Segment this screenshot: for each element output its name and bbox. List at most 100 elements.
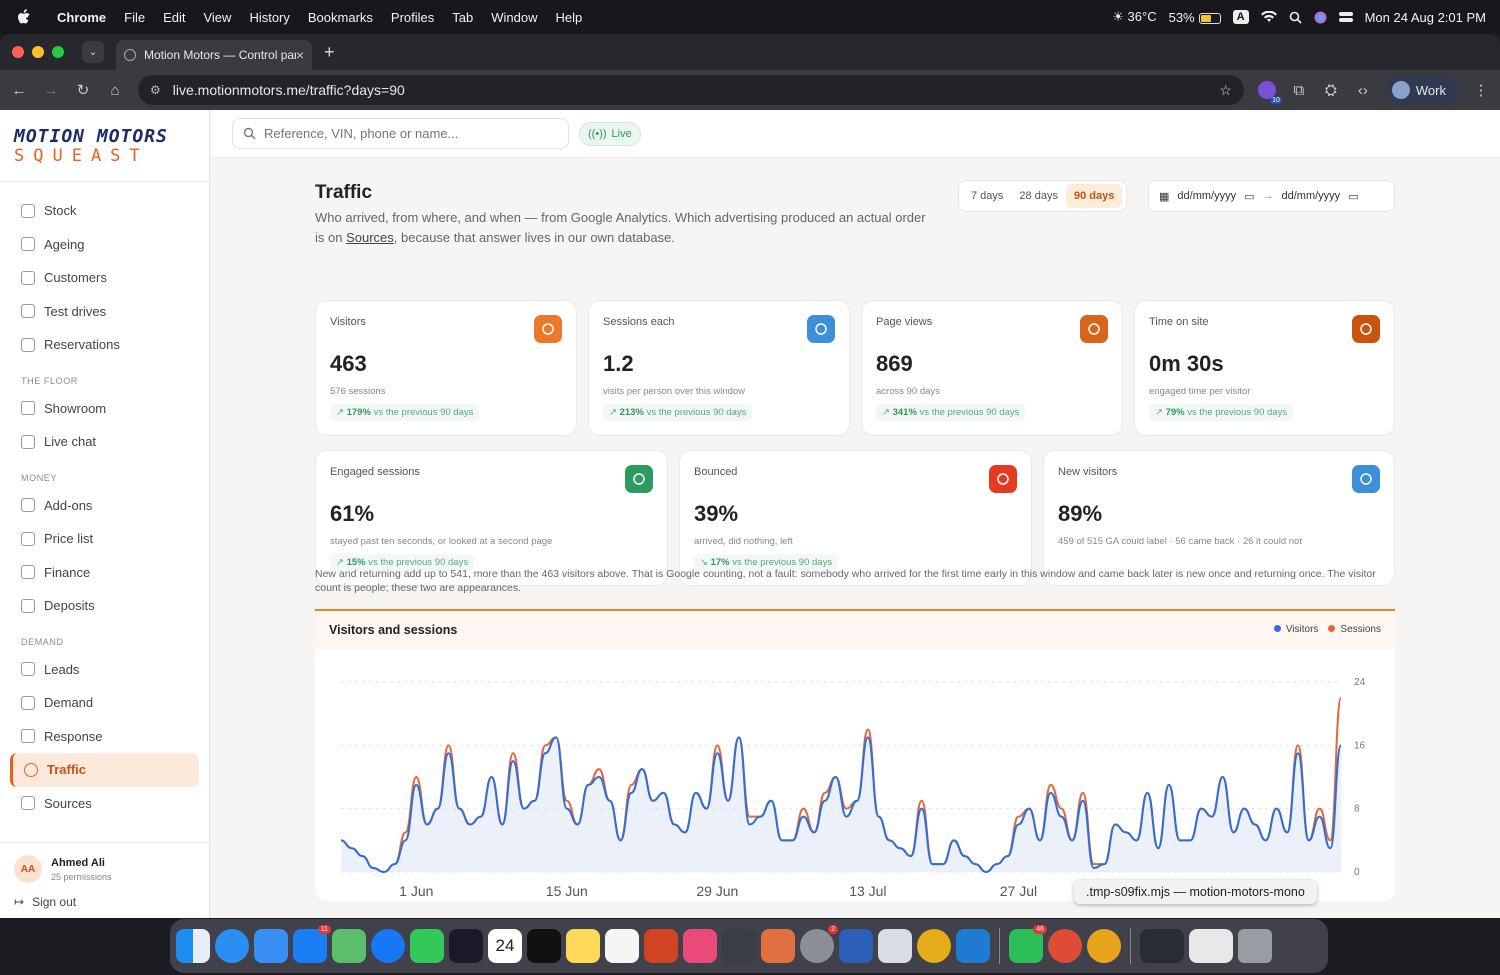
sidebar-item-stock[interactable]: Stock: [10, 194, 199, 228]
finder-icon[interactable]: [176, 929, 210, 963]
notes-icon[interactable]: [566, 929, 600, 963]
input-source[interactable]: A: [1232, 10, 1249, 24]
tab-active[interactable]: Motion Motors — Control pan ×: [116, 40, 312, 70]
menu-history[interactable]: History: [240, 10, 298, 25]
word-icon[interactable]: [839, 929, 873, 963]
minimize-window-button[interactable]: [32, 46, 44, 58]
sidebar-item-traffic[interactable]: Traffic: [10, 753, 199, 787]
menu-app-name[interactable]: Chrome: [48, 10, 115, 25]
address-bar[interactable]: ⚙ live.motionmotors.me/traffic?days=90 ☆: [138, 75, 1244, 105]
sidebar-item-price-list[interactable]: Price list: [10, 522, 199, 556]
trash-icon[interactable]: [1238, 929, 1272, 963]
box-icon: [21, 498, 35, 513]
sidebar-item-customers[interactable]: Customers: [10, 261, 199, 295]
claude-icon[interactable]: [761, 929, 795, 963]
wifi-icon[interactable]: [1260, 11, 1277, 23]
bookmark-star-icon[interactable]: ☆: [1219, 82, 1232, 99]
calendar-picker-icon[interactable]: ▭: [1244, 190, 1254, 203]
sidebar-item-demand[interactable]: Demand: [10, 686, 199, 720]
zoom-window-button[interactable]: [52, 46, 64, 58]
tag-icon: [21, 531, 35, 546]
app-store-icon[interactable]: 11: [293, 925, 331, 963]
extension-icon[interactable]: 10: [1257, 81, 1282, 104]
spotlight-search-icon[interactable]: [1289, 11, 1302, 24]
vscode-icon[interactable]: [956, 929, 990, 963]
sidebar-item-finance[interactable]: Finance: [10, 556, 199, 590]
range-28-days[interactable]: 28 days: [1011, 184, 1066, 208]
date-from-field[interactable]: dd/mm/yyyy: [1177, 190, 1236, 202]
forward-icon[interactable]: →: [42, 82, 60, 99]
avatar[interactable]: AA: [14, 855, 42, 883]
sidebar-item-add-ons[interactable]: Add-ons: [10, 489, 199, 523]
sidebar-item-test-drives[interactable]: Test drives: [10, 295, 199, 329]
extensions-puzzle-icon[interactable]: ⧉: [1290, 82, 1308, 99]
weather-status[interactable]: ☀ 36°C: [1112, 9, 1156, 25]
vectorize-icon[interactable]: [449, 929, 483, 963]
range-7-days[interactable]: 7 days: [963, 184, 1011, 208]
menu-bookmarks[interactable]: Bookmarks: [299, 10, 382, 25]
browser-menu-icon[interactable]: ⋮: [1472, 81, 1490, 99]
google-drive-icon[interactable]: [722, 929, 756, 963]
devtools-code-icon[interactable]: ‹›: [1354, 82, 1372, 99]
live-badge[interactable]: ((•)) Live: [579, 122, 641, 146]
sidebar-item-ageing[interactable]: Ageing: [10, 228, 199, 262]
sidebar-item-deposits[interactable]: Deposits: [10, 589, 199, 623]
chart-plot[interactable]: 0816241 Jun15 Jun29 Jun13 Jul27 Jul10 Au…: [315, 611, 1395, 901]
sidebar-item-label: Deposits: [44, 598, 95, 614]
sidebar-item-showroom[interactable]: Showroom: [10, 392, 199, 426]
site-info-icon[interactable]: ⚙: [150, 83, 161, 97]
reminders-icon[interactable]: [605, 929, 639, 963]
facebook-icon[interactable]: [371, 929, 405, 963]
safari-icon[interactable]: [215, 929, 249, 963]
battery-status[interactable]: 53%: [1169, 10, 1221, 25]
chrome-canary-icon[interactable]: [1087, 929, 1121, 963]
maps-icon[interactable]: [332, 929, 366, 963]
mail-icon[interactable]: [254, 929, 288, 963]
sidebar-item-reservations[interactable]: Reservations: [10, 328, 199, 362]
menu-help[interactable]: Help: [547, 10, 592, 25]
facetime-icon[interactable]: [410, 929, 444, 963]
new-tab-button[interactable]: +: [324, 42, 335, 63]
back-icon[interactable]: ←: [10, 82, 28, 99]
apple-icon[interactable]: [0, 9, 48, 25]
date-to-field[interactable]: dd/mm/yyyy: [1282, 190, 1341, 202]
minimized-window-chat[interactable]: [1189, 929, 1233, 963]
close-window-button[interactable]: [12, 46, 24, 58]
siri-icon[interactable]: [1314, 11, 1327, 24]
sidebar-item-sources[interactable]: Sources: [10, 787, 199, 821]
range-90-days[interactable]: 90 days: [1065, 184, 1123, 208]
sources-link[interactable]: Sources: [346, 230, 394, 245]
shortcuts-icon[interactable]: [683, 929, 717, 963]
clock-datetime[interactable]: Mon 24 Aug 2:01 PM: [1365, 10, 1486, 25]
whatsapp-icon[interactable]: 46: [1009, 925, 1047, 963]
minimized-window-vscode[interactable]: [1140, 929, 1184, 963]
menu-view[interactable]: View: [194, 10, 240, 25]
profile-button[interactable]: Work: [1385, 76, 1458, 104]
calendar-picker-icon[interactable]: ▭: [1348, 190, 1358, 203]
control-center-icon[interactable]: [1338, 11, 1353, 23]
chrome-profile-icon[interactable]: [1048, 929, 1082, 963]
sidebar-item-response[interactable]: Response: [10, 720, 199, 754]
brand-logo[interactable]: MOTION MOTORS SQUEAST: [0, 110, 209, 182]
calendar-icon[interactable]: 24: [488, 929, 522, 963]
search-input[interactable]: [264, 126, 554, 141]
launchpad-icon[interactable]: [878, 929, 912, 963]
menu-edit[interactable]: Edit: [154, 10, 194, 25]
incognito-icon[interactable]: ⛭: [1322, 82, 1340, 99]
system-settings-icon[interactable]: 2: [800, 925, 838, 963]
menu-file[interactable]: File: [115, 10, 154, 25]
sidebar-item-live-chat[interactable]: Live chat: [10, 425, 199, 459]
search-box[interactable]: [232, 118, 569, 149]
menu-window[interactable]: Window: [482, 10, 546, 25]
menu-tab[interactable]: Tab: [443, 10, 482, 25]
powerpoint-icon[interactable]: [644, 929, 678, 963]
reload-icon[interactable]: ↻: [74, 81, 92, 99]
sidebar-item-leads[interactable]: Leads: [10, 653, 199, 687]
close-tab-icon[interactable]: ×: [296, 47, 304, 63]
tiktok-icon[interactable]: [527, 929, 561, 963]
menu-profiles[interactable]: Profiles: [382, 10, 443, 25]
sign-out-button[interactable]: ↦ Sign out: [14, 883, 195, 909]
home-icon[interactable]: ⌂: [106, 82, 124, 99]
tab-search-button[interactable]: ⌄: [82, 41, 104, 63]
chrome-icon[interactable]: [917, 929, 951, 963]
